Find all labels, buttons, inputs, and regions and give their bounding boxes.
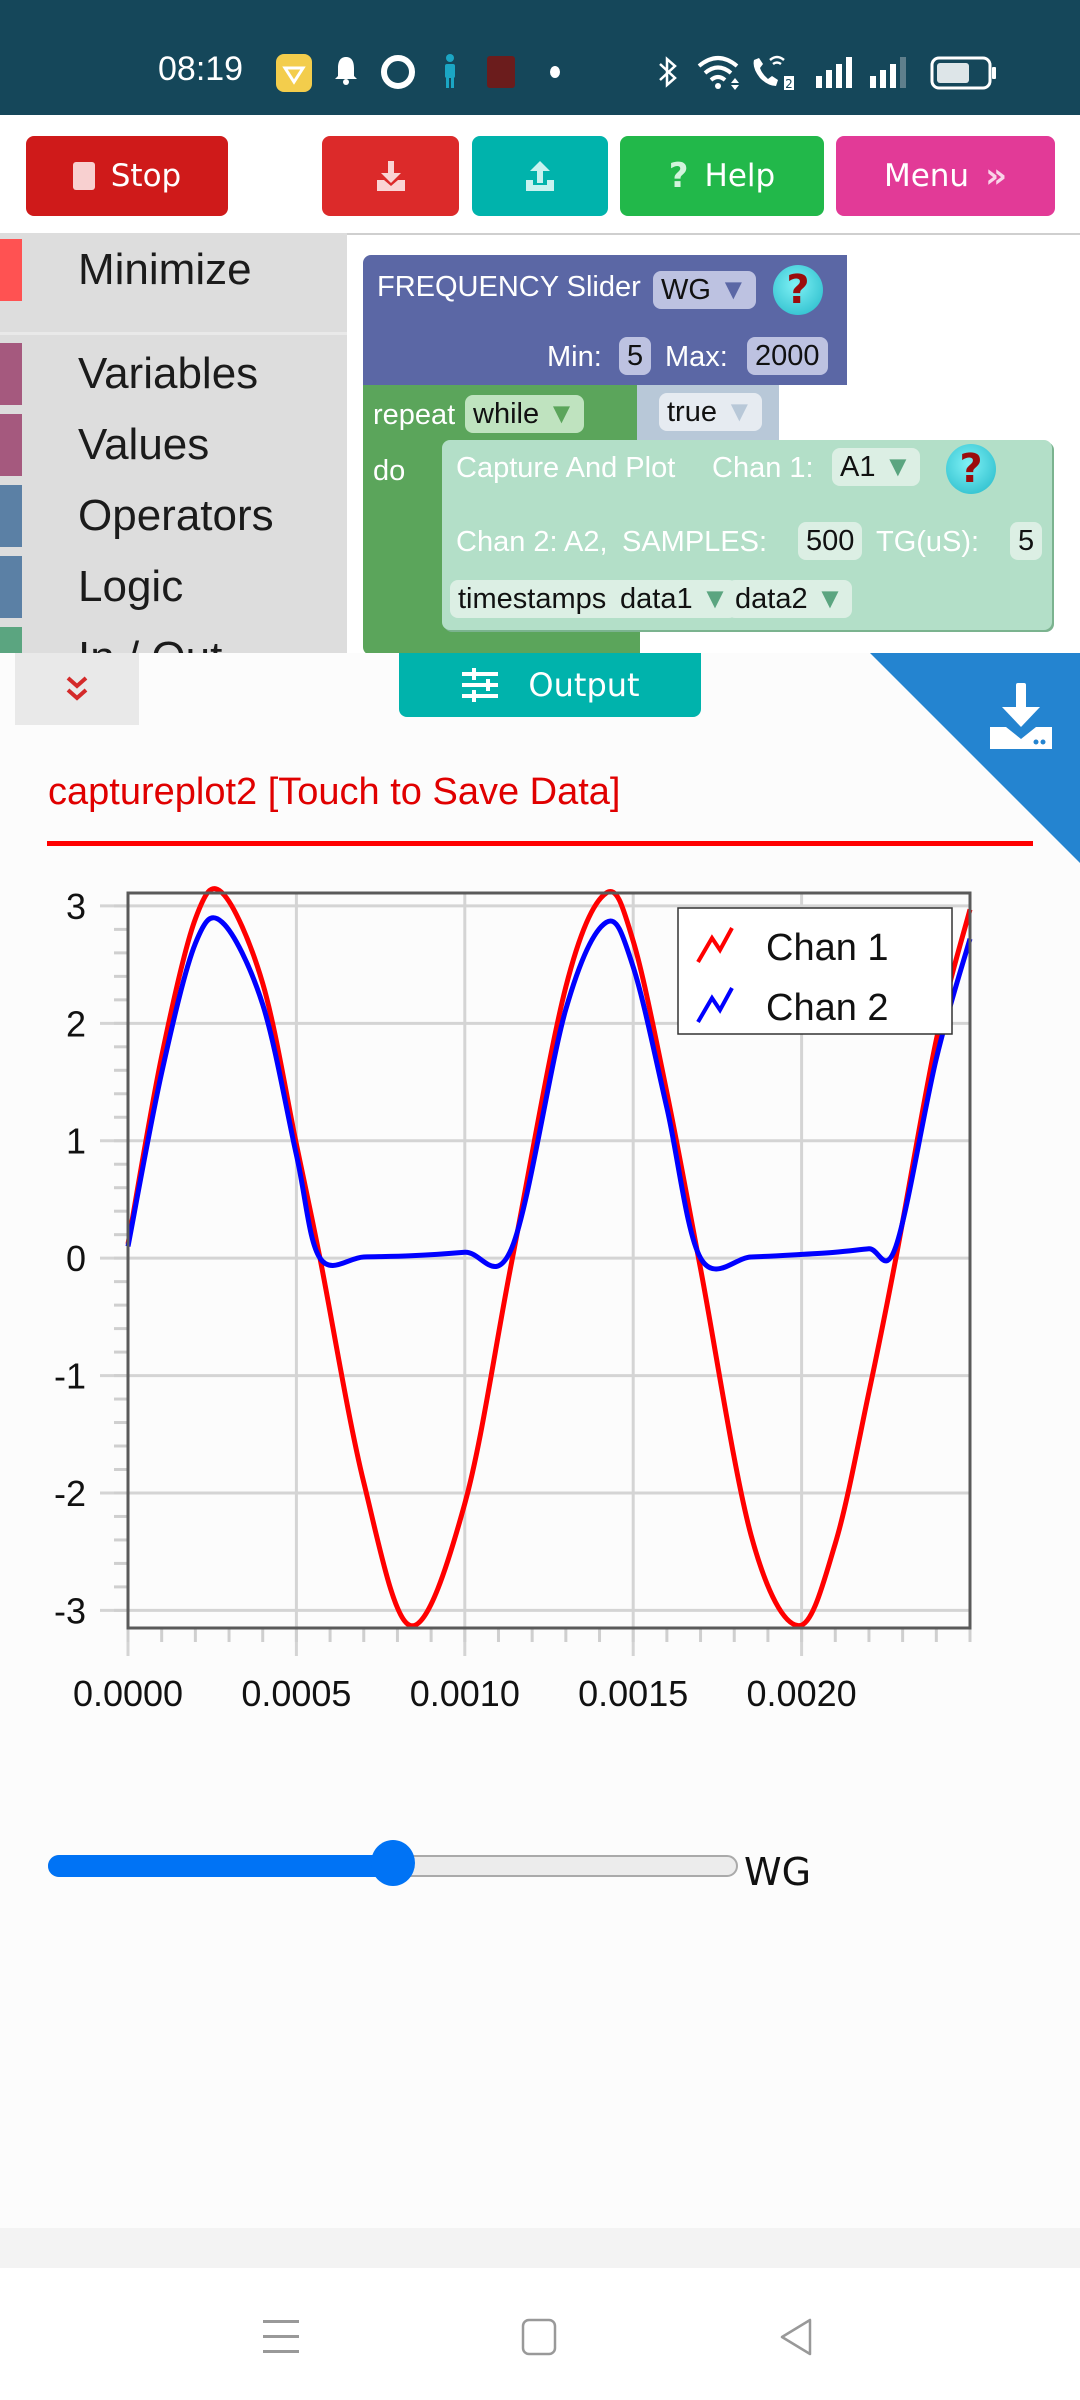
legend-label-chan2: Chan 2 [766, 987, 889, 1029]
y-tick-label: 1 [66, 1121, 86, 1162]
slider-label: WG [744, 1850, 812, 1894]
system-nav-bar [0, 2268, 1080, 2400]
nav-strip [0, 2228, 1080, 2268]
x-tick-label: 0.0015 [578, 1673, 688, 1714]
chart-legend: Chan 1 Chan 2 [677, 907, 953, 1035]
x-tick-label: 0.0000 [73, 1673, 183, 1714]
y-tick-label: 0 [66, 1238, 86, 1279]
y-tick-label: 2 [66, 1003, 86, 1044]
y-tick-label: 3 [66, 886, 86, 927]
back-icon[interactable] [778, 2318, 814, 2356]
x-tick-label: 0.0020 [747, 1673, 857, 1714]
slider-fill [48, 1855, 393, 1877]
legend-label-chan1: Chan 1 [766, 927, 889, 969]
wg-frequency-slider[interactable] [48, 1840, 738, 1886]
slider-thumb[interactable] [371, 1840, 415, 1886]
x-tick-label: 0.0010 [410, 1673, 520, 1714]
home-icon[interactable] [521, 2318, 557, 2356]
y-tick-label: -2 [54, 1473, 86, 1514]
capture-plot-chart[interactable]: 3 2 1 0 -1 -2 -3 0.0000 0.0005 0.0010 0.0015 0.0020… [0, 0, 1080, 1720]
x-tick-label: 0.0005 [241, 1673, 351, 1714]
y-tick-label: -1 [54, 1356, 86, 1397]
y-tick-label: -3 [54, 1590, 86, 1631]
recents-icon[interactable] [263, 2318, 299, 2354]
